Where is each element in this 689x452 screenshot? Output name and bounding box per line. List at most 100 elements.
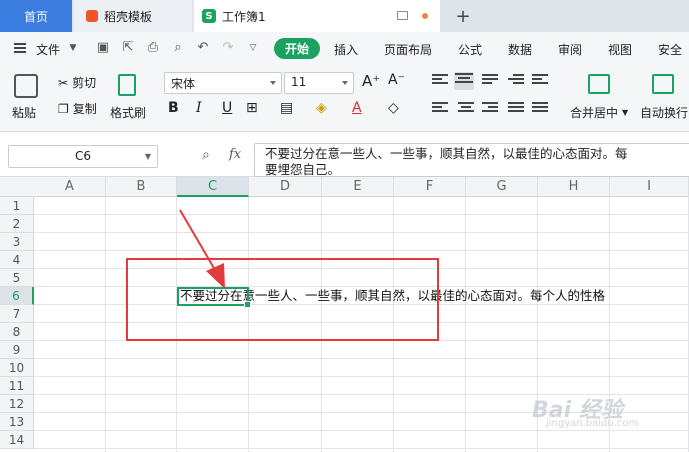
row-header-8[interactable]: 8 bbox=[0, 323, 34, 341]
column-header-g[interactable]: G bbox=[466, 177, 538, 197]
menu-file[interactable]: 文件 bbox=[36, 41, 60, 58]
chevron-down-icon[interactable]: ▼ bbox=[66, 41, 80, 55]
format-painter-button[interactable]: 格式刷 bbox=[110, 104, 146, 121]
wrap-text-button[interactable]: 自动换行 bbox=[640, 104, 688, 121]
row-header-10[interactable]: 10 bbox=[0, 359, 34, 377]
column-header-i[interactable]: I bbox=[610, 177, 689, 197]
row-header-7[interactable]: 7 bbox=[0, 305, 34, 323]
copy-icon: ❐ bbox=[58, 101, 69, 116]
menu-start[interactable]: 开始 bbox=[274, 38, 320, 59]
formula-line-2: 要埋怨自己。 bbox=[265, 162, 341, 177]
align-right-icon[interactable] bbox=[482, 102, 498, 116]
row-header-1[interactable]: 1 bbox=[0, 197, 34, 215]
column-header-e[interactable]: E bbox=[322, 177, 394, 197]
align-top-icon[interactable] bbox=[432, 74, 448, 88]
baidu-watermark: Bai 经验 jingyan.baidu.com bbox=[532, 392, 638, 429]
formula-line-1: 不要过分在意一些人、一些事，顺其自然，以最佳的心态面对。每 bbox=[265, 146, 628, 161]
row-header-4[interactable]: 4 bbox=[0, 251, 34, 269]
row-header-5[interactable]: 5 bbox=[0, 269, 34, 287]
distributed-icon[interactable] bbox=[532, 102, 548, 116]
monitor-icon[interactable] bbox=[397, 11, 408, 20]
column-header-a[interactable]: A bbox=[34, 177, 106, 197]
font-color-icon[interactable]: A bbox=[352, 100, 362, 116]
fill-color-icon[interactable]: ◈ bbox=[316, 100, 327, 116]
print-icon[interactable]: ⎙ bbox=[146, 41, 160, 55]
font-size-select[interactable]: 11 bbox=[284, 72, 354, 94]
align-center-icon[interactable] bbox=[458, 102, 474, 116]
scissors-icon: ✂ bbox=[58, 75, 69, 90]
copy-button[interactable]: ❐ 复制 bbox=[58, 100, 97, 117]
column-header-h[interactable]: H bbox=[538, 177, 610, 197]
wrap-text-icon[interactable] bbox=[652, 74, 674, 94]
copy-label: 复制 bbox=[72, 102, 97, 116]
paste-button[interactable]: 粘贴 bbox=[12, 104, 36, 121]
tab-home[interactable]: 首页 bbox=[0, 0, 72, 32]
menu-view[interactable]: 视图 bbox=[608, 41, 632, 58]
spreadsheet-window: 首页 稻壳模板 S 工作簿1 + 文件 ▼ ▣ ⇱ ⎙ ⌕ ↶ ↷ ▽ 开始 插… bbox=[0, 0, 689, 452]
menu-insert[interactable]: 插入 bbox=[334, 41, 358, 58]
row-header-3[interactable]: 3 bbox=[0, 233, 34, 251]
gridline-horizontal bbox=[34, 430, 689, 431]
row-header-2[interactable]: 2 bbox=[0, 215, 34, 233]
export-icon[interactable]: ⇱ bbox=[121, 41, 135, 55]
formula-input[interactable]: 不要过分在意一些人、一些事，顺其自然，以最佳的心态面对。每 要埋怨自己。 bbox=[254, 143, 689, 177]
menu-data[interactable]: 数据 bbox=[508, 41, 532, 58]
name-box[interactable]: C6 ▼ bbox=[8, 145, 158, 168]
row-header-12[interactable]: 12 bbox=[0, 395, 34, 413]
zoom-search-icon[interactable]: ⌕ bbox=[202, 147, 210, 163]
row-header-14[interactable]: 14 bbox=[0, 431, 34, 449]
tab-workbook[interactable]: S 工作簿1 bbox=[194, 0, 440, 32]
align-left-icon[interactable] bbox=[432, 102, 448, 116]
chevron-down-icon: ▼ bbox=[144, 152, 151, 161]
paste-icon[interactable] bbox=[14, 74, 38, 98]
borders-icon[interactable]: ⊞ bbox=[246, 100, 258, 116]
row-header-13[interactable]: 13 bbox=[0, 413, 34, 431]
print-preview-icon[interactable]: ⌕ bbox=[171, 41, 185, 55]
justify-icon[interactable] bbox=[508, 102, 524, 116]
name-box-value: C6 bbox=[74, 149, 91, 163]
italic-button[interactable]: I bbox=[196, 100, 202, 116]
menu-page-layout[interactable]: 页面布局 bbox=[384, 41, 432, 58]
menu-review[interactable]: 审阅 bbox=[558, 41, 582, 58]
tab-template[interactable]: 稻壳模板 bbox=[74, 0, 192, 32]
row-header-9[interactable]: 9 bbox=[0, 341, 34, 359]
row-header-11[interactable]: 11 bbox=[0, 377, 34, 395]
underline-button[interactable]: U bbox=[222, 100, 232, 116]
menu-security[interactable]: 安全 bbox=[658, 41, 682, 58]
clear-format-icon[interactable]: ◇ bbox=[388, 100, 399, 116]
more-icon[interactable]: ▽ bbox=[246, 41, 260, 55]
new-tab-button[interactable]: + bbox=[448, 0, 478, 32]
menu-bar: 文件 ▼ ▣ ⇱ ⎙ ⌕ ↶ ↷ ▽ 开始 插入 页面布局 公式 数据 审阅 视… bbox=[0, 32, 689, 66]
cut-button[interactable]: ✂ 剪切 bbox=[58, 74, 96, 91]
indent-increase-icon[interactable] bbox=[532, 74, 548, 88]
undo-icon[interactable]: ↶ bbox=[196, 41, 210, 55]
indent-decrease-icon[interactable] bbox=[508, 74, 524, 88]
column-header-f[interactable]: F bbox=[394, 177, 466, 197]
insert-function-icon[interactable]: fx bbox=[229, 147, 241, 162]
font-grow-icon[interactable]: A⁺ bbox=[362, 72, 380, 90]
column-header-b[interactable]: B bbox=[106, 177, 177, 197]
row-header-6[interactable]: 6 bbox=[0, 287, 34, 305]
hamburger-icon[interactable] bbox=[14, 43, 26, 53]
merge-center-icon[interactable] bbox=[588, 74, 610, 94]
column-header-d[interactable]: D bbox=[249, 177, 322, 197]
align-bottom-icon[interactable] bbox=[482, 74, 498, 88]
column-header-c[interactable]: C bbox=[177, 177, 249, 197]
tab-workbook-label: 工作簿1 bbox=[222, 9, 266, 24]
menu-formula[interactable]: 公式 bbox=[458, 41, 482, 58]
format-painter-icon[interactable] bbox=[118, 74, 136, 96]
font-shrink-icon[interactable]: A⁻ bbox=[388, 72, 405, 88]
gridline-vertical bbox=[465, 197, 466, 452]
save-icon[interactable]: ▣ bbox=[96, 41, 110, 55]
unsaved-dot-icon bbox=[422, 13, 428, 19]
tab-home-label: 首页 bbox=[23, 9, 48, 24]
font-name-select[interactable]: 宋体 bbox=[164, 72, 282, 94]
gridline-horizontal bbox=[34, 448, 689, 449]
redo-icon[interactable]: ↷ bbox=[221, 41, 235, 55]
gridline-horizontal bbox=[34, 232, 689, 233]
align-middle-icon[interactable] bbox=[454, 72, 474, 90]
bold-button[interactable]: B bbox=[168, 100, 179, 116]
cell-style-icon[interactable]: ▤ bbox=[280, 100, 293, 116]
gridline-horizontal bbox=[34, 250, 689, 251]
merge-center-button[interactable]: 合并居中 ▼ bbox=[570, 104, 628, 121]
